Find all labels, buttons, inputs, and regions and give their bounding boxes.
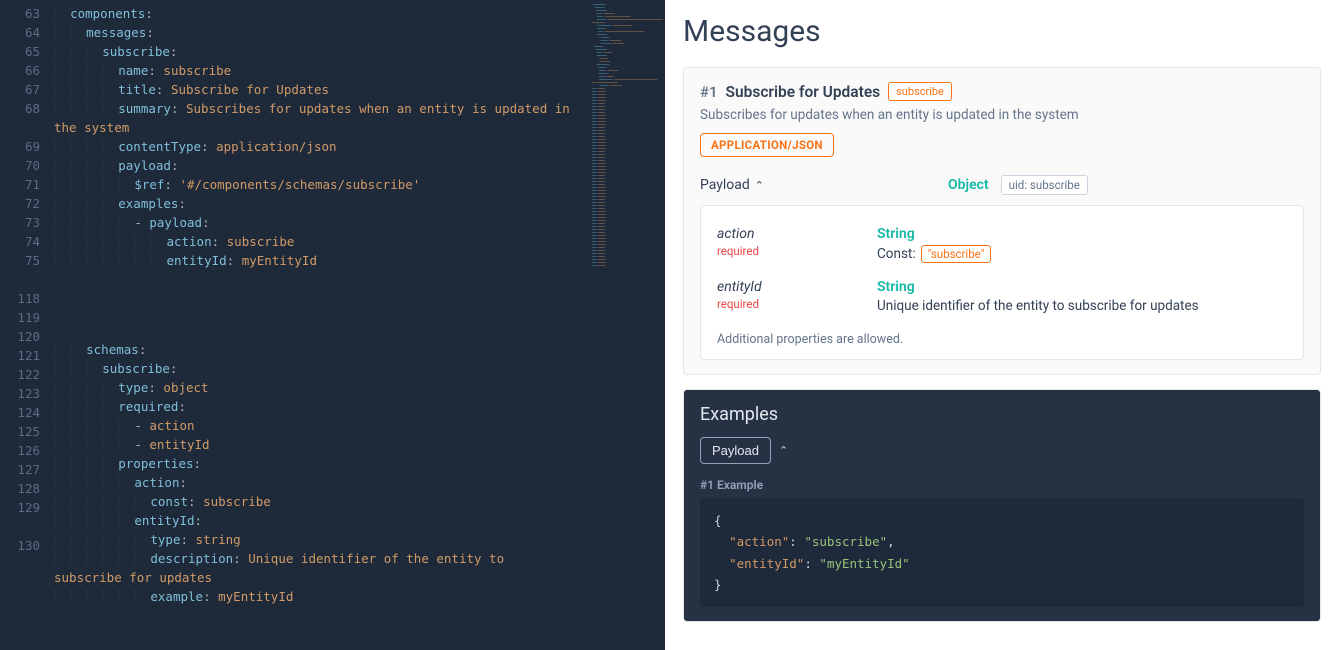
required-label: required (717, 297, 877, 311)
additional-properties-note: Additional properties are allowed. (717, 332, 1287, 347)
examples-title: Examples (700, 404, 1304, 425)
property-type: String (877, 279, 1287, 295)
property-description: Unique identifier of the entity to subsc… (877, 298, 1287, 314)
property-name: action (717, 226, 877, 242)
schema-box: action required String Const: "subscribe… (700, 205, 1304, 360)
message-number: #1 (700, 83, 718, 101)
property-row: entityId required String Unique identifi… (717, 271, 1287, 322)
payload-label-text: Payload (700, 177, 750, 193)
property-type: String (877, 226, 1287, 242)
payload-toggle[interactable]: Payload ⌃ (700, 177, 764, 193)
code-line: "entityId": "myEntityId" (714, 553, 1290, 574)
examples-card: Examples Payload ⌃ #1 Example { "action"… (683, 389, 1321, 622)
uid-tag: uid: subscribe (1001, 175, 1088, 195)
code-line: { (714, 510, 1290, 531)
payload-type: Object (948, 177, 989, 193)
content-type-badge: APPLICATION/JSON (700, 133, 834, 157)
message-card: #1 Subscribe for Updates subscribe Subsc… (683, 67, 1321, 375)
property-row: action required String Const: "subscribe… (717, 218, 1287, 271)
message-tag: subscribe (888, 82, 952, 101)
line-number-gutter: 6364656667686970717273747511811912012112… (0, 0, 46, 650)
chevron-up-icon: ⌃ (755, 179, 764, 192)
page-title: Messages (683, 14, 1321, 49)
const-value: "subscribe" (921, 245, 992, 263)
const-label: Const: (877, 246, 916, 262)
code-line: } (714, 574, 1290, 595)
message-title: Subscribe for Updates (726, 83, 881, 101)
code-editor[interactable]: 6364656667686970717273747511811912012112… (0, 0, 665, 650)
example-label: #1 Example (700, 478, 1304, 492)
minimap[interactable]: ▬▬▬▬▬▬▬▬▬▬▬ ▬▬▬▬▬▬▬▬▬ ▬▬▬▬▬▬▬▬▬▬ ▬▬▬▬▬▬▬… (590, 0, 665, 650)
payload-example-button[interactable]: Payload (700, 437, 771, 464)
property-name: entityId (717, 279, 877, 295)
message-summary: Subscribes for updates when an entity is… (700, 107, 1304, 123)
chevron-up-icon[interactable]: ⌃ (779, 444, 788, 457)
doc-pane[interactable]: Messages #1 Subscribe for Updates subscr… (665, 0, 1339, 650)
required-label: required (717, 244, 877, 258)
code-area[interactable]: components: messages: subscribe: name: s… (46, 0, 665, 650)
example-code[interactable]: { "action": "subscribe", "entityId": "my… (700, 498, 1304, 607)
code-line: "action": "subscribe", (714, 531, 1290, 552)
